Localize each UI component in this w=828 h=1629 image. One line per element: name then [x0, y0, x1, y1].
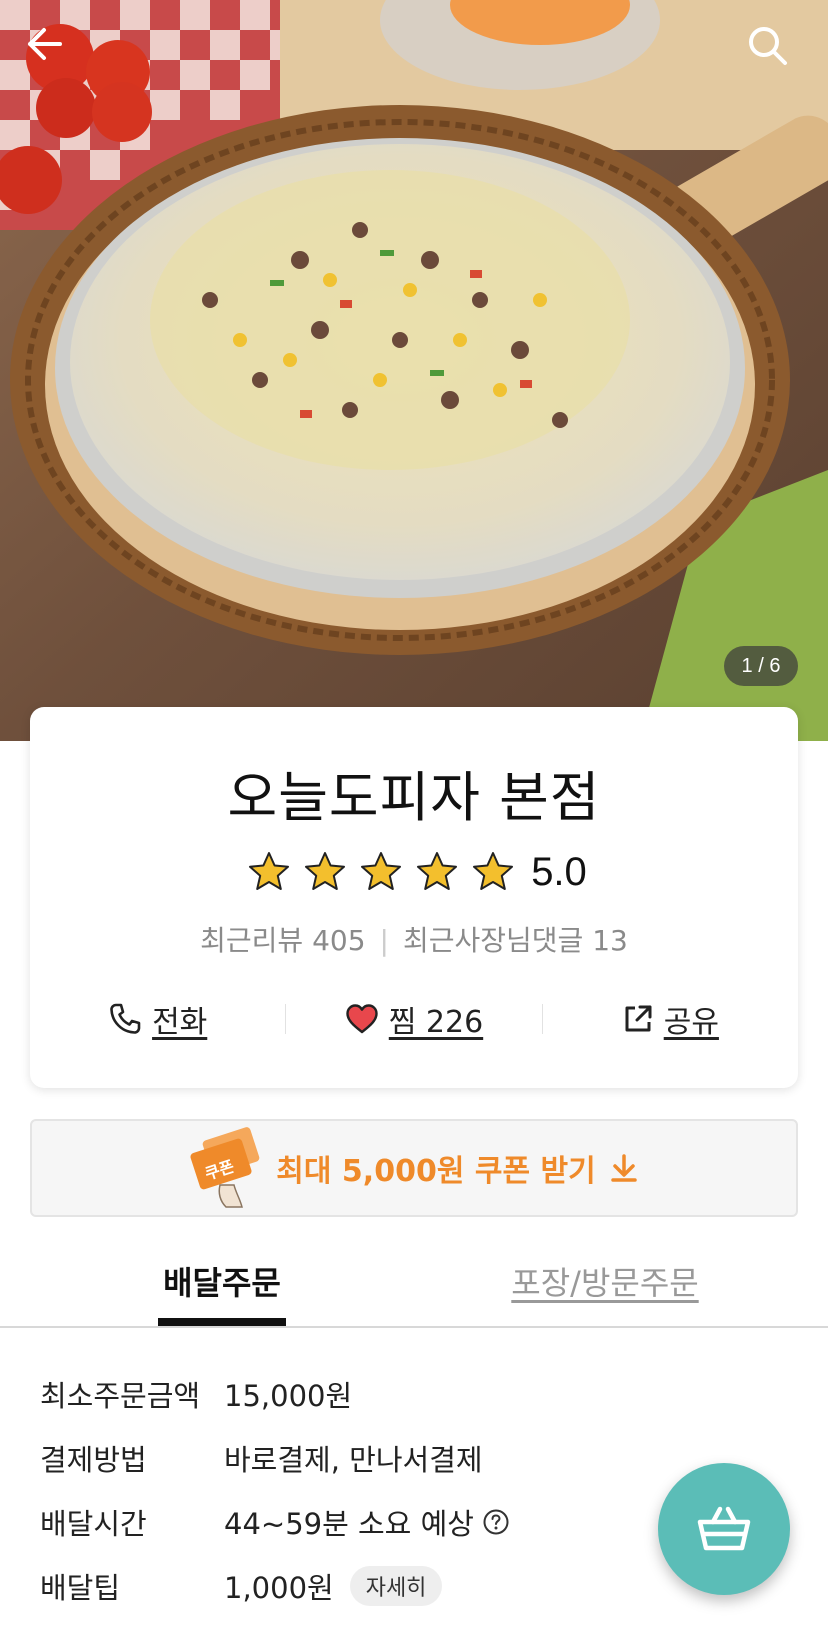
share-button[interactable]: 공유: [543, 997, 798, 1041]
coupon-icon: 쿠폰: [190, 1127, 260, 1208]
pizza-illustration: [0, 0, 828, 741]
star-icon: [305, 852, 346, 890]
recent-review-count[interactable]: 최근리뷰 405: [200, 924, 365, 957]
info-value-wrap: 44~59분 소요 예상: [224, 1501, 510, 1543]
review-separator: |: [379, 924, 389, 957]
coupon-button[interactable]: 쿠폰 최대 5,000원 쿠폰 받기: [30, 1119, 798, 1217]
owner-reply-count[interactable]: 최근사장님댓글 13: [403, 924, 628, 957]
store-info-card: 오늘도피자 본점 5.0 최근리뷰 405 | 최근사장님댓글 13 전화 찜 …: [30, 707, 798, 1088]
review-stats[interactable]: 최근리뷰 405 | 최근사장님댓글 13: [30, 919, 798, 959]
image-page-indicator: 1 / 6: [724, 646, 798, 686]
call-label: 전화: [152, 1005, 208, 1040]
rating-value: 5.0: [531, 849, 587, 894]
star-icon: [361, 852, 402, 890]
info-label: 최소주문금액: [40, 1379, 201, 1413]
info-value-wrap: 1,000원 자세히: [224, 1565, 443, 1607]
help-icon[interactable]: [482, 1508, 510, 1536]
star-icon: [249, 852, 290, 890]
download-arrow-icon: [610, 1154, 637, 1182]
favorite-button[interactable]: 찜 226: [286, 997, 541, 1041]
store-name: 오늘도피자 본점: [227, 766, 601, 829]
coupon-label: 최대 5,000원 쿠폰 받기: [276, 1154, 596, 1189]
cart-button[interactable]: [658, 1463, 790, 1595]
active-tab-indicator: [158, 1318, 286, 1326]
hero-pizza-photo[interactable]: 1 / 6: [0, 0, 828, 741]
search-button[interactable]: [746, 24, 806, 84]
tab-divider: [0, 1326, 828, 1328]
star-icon: [473, 852, 514, 890]
cart-basket-icon: [697, 1506, 751, 1551]
info-label: 배달시간: [40, 1507, 147, 1541]
heart-icon: [346, 1004, 378, 1034]
action-row: 전화 찜 226 공유: [30, 989, 798, 1049]
info-value: 44~59분 소요 예상: [224, 1507, 474, 1541]
order-type-tabs: 배달주문 포장/방문주문: [0, 1258, 828, 1328]
back-button[interactable]: [24, 24, 84, 84]
share-icon: [625, 1005, 652, 1032]
search-icon: [749, 27, 787, 65]
back-arrow-icon: [28, 28, 62, 60]
call-button[interactable]: 전화: [30, 997, 285, 1041]
star-icon: [417, 852, 458, 890]
info-value: 1,000원: [224, 1571, 334, 1605]
phone-icon: [110, 1003, 141, 1034]
info-label: 결제방법: [40, 1443, 147, 1477]
share-label: 공유: [663, 1005, 719, 1040]
favorite-label: 찜 226: [388, 1005, 484, 1040]
info-value: 15,000원: [224, 1379, 353, 1413]
tab-pickup[interactable]: 포장/방문주문: [490, 1258, 720, 1328]
tip-detail-button[interactable]: 자세히: [349, 1566, 443, 1606]
min-order-row: 최소주문금액 15,000원: [40, 1362, 800, 1426]
info-value: 바로결제, 만나서결제: [224, 1443, 483, 1477]
info-label: 배달팁: [40, 1571, 121, 1605]
store-detail-page: 1 / 6 오늘도피자 본점 5.0 최근리뷰 405 | 최근사장님댓글 13 전…: [0, 0, 828, 1629]
rating-row: 5.0: [30, 847, 798, 897]
